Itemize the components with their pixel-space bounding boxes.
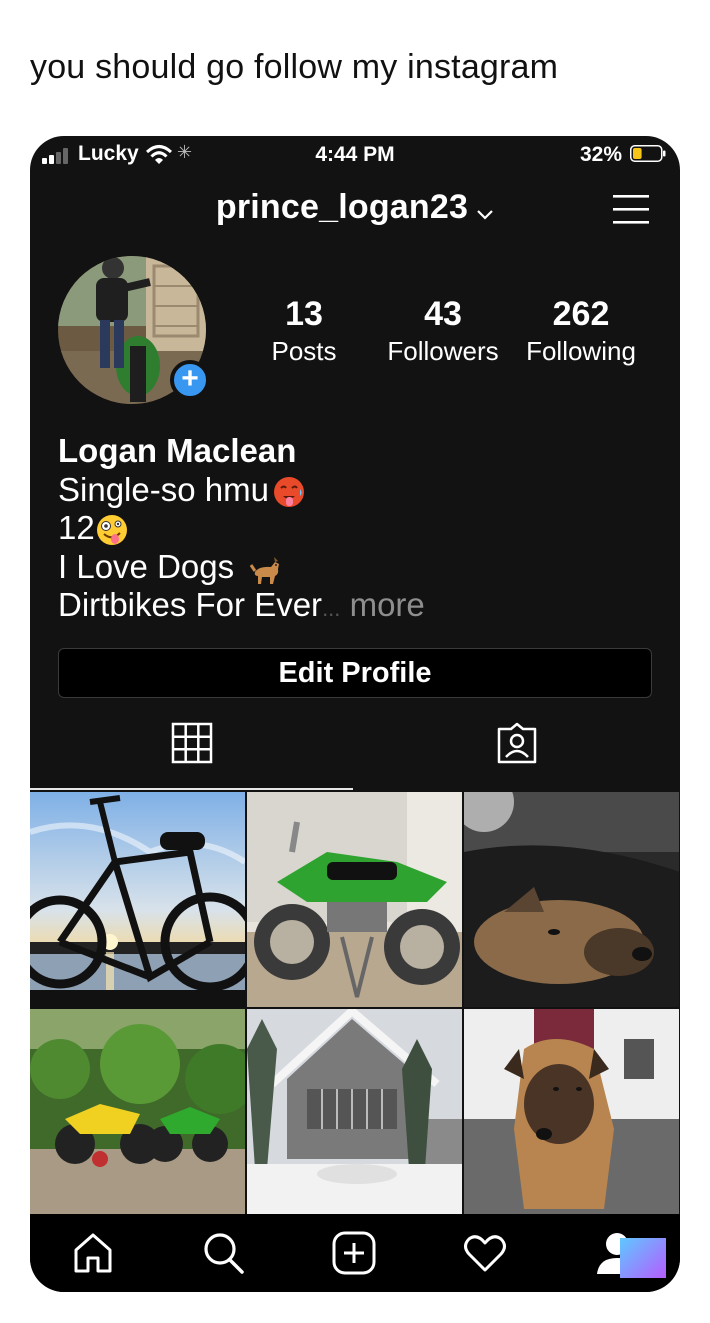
posts-stat[interactable]: 13 Posts — [258, 296, 350, 367]
post-dog-in-car[interactable] — [464, 792, 679, 1007]
followers-count: 43 — [424, 295, 462, 333]
bio-more-link[interactable]: more — [350, 586, 425, 623]
plus-icon: + — [181, 362, 199, 395]
following-stat[interactable]: 262 Following — [516, 296, 646, 367]
search-icon[interactable] — [200, 1230, 246, 1276]
bio-line-2-text: 12 — [58, 509, 95, 546]
following-label: Following — [526, 336, 636, 366]
phone-screenshot: Lucky ✳ 4:44 PM 32% prince_logan23 + 13 … — [30, 136, 680, 1292]
hamburger-menu-icon[interactable] — [613, 193, 649, 225]
following-count: 262 — [552, 295, 610, 333]
followers-label: Followers — [387, 336, 499, 366]
post-dog-on-couch[interactable] — [464, 1009, 679, 1224]
bottom-navigation — [30, 1214, 680, 1292]
posts-count: 13 — [285, 295, 323, 333]
bio-line-1: Single-so hmu — [58, 471, 425, 510]
bio-line-4: Dirtbikes For Ever... more — [58, 586, 425, 629]
chevron-down-icon[interactable] — [476, 208, 494, 220]
add-story-button[interactable]: + — [170, 360, 210, 400]
dog-emoji-icon — [250, 556, 280, 584]
display-name: Logan Maclean — [58, 432, 297, 469]
new-post-icon[interactable] — [331, 1230, 377, 1276]
account-switcher[interactable]: prince_logan23 — [30, 188, 680, 227]
active-tab-indicator — [30, 788, 353, 790]
edit-profile-button[interactable]: Edit Profile — [58, 648, 652, 698]
hot-face-emoji-icon — [273, 476, 304, 507]
battery-icon — [630, 145, 666, 162]
status-bar: Lucky ✳ 4:44 PM 32% — [30, 136, 680, 176]
followers-stat[interactable]: 43 Followers — [380, 296, 506, 367]
zany-face-emoji-icon — [96, 515, 127, 546]
bio-line-3: I Love Dogs — [58, 548, 425, 587]
username[interactable]: prince_logan23 — [216, 188, 468, 226]
bio-line-4-text: Dirtbikes For Ever — [58, 586, 323, 623]
battery-percent: 32% — [580, 143, 623, 166]
tagged-icon[interactable] — [495, 721, 539, 765]
home-icon[interactable] — [70, 1230, 116, 1276]
post-green-dirtbike[interactable] — [247, 792, 462, 1007]
bio-line-3-text: I Love Dogs — [58, 547, 235, 585]
post-bicycle-sunset[interactable] — [30, 792, 245, 1007]
grid-icon[interactable] — [170, 721, 214, 765]
posts-grid — [30, 792, 680, 1214]
memes-watermark-logo — [620, 1238, 666, 1278]
post-yellow-dirtbike[interactable] — [30, 1009, 245, 1224]
post-snowy-house[interactable] — [247, 1009, 462, 1224]
posts-label: Posts — [271, 336, 337, 366]
bio-line-1-text: Single-so hmu — [58, 470, 269, 508]
bio-line-2: 12 — [58, 509, 425, 548]
activity-heart-icon[interactable] — [462, 1230, 508, 1276]
profile-bio: Logan Maclean Single-so hmu 12 I Love Do… — [58, 432, 425, 629]
bio-ellipsis: ... — [322, 596, 341, 621]
tweet-caption: you should go follow my instagram — [30, 48, 559, 86]
